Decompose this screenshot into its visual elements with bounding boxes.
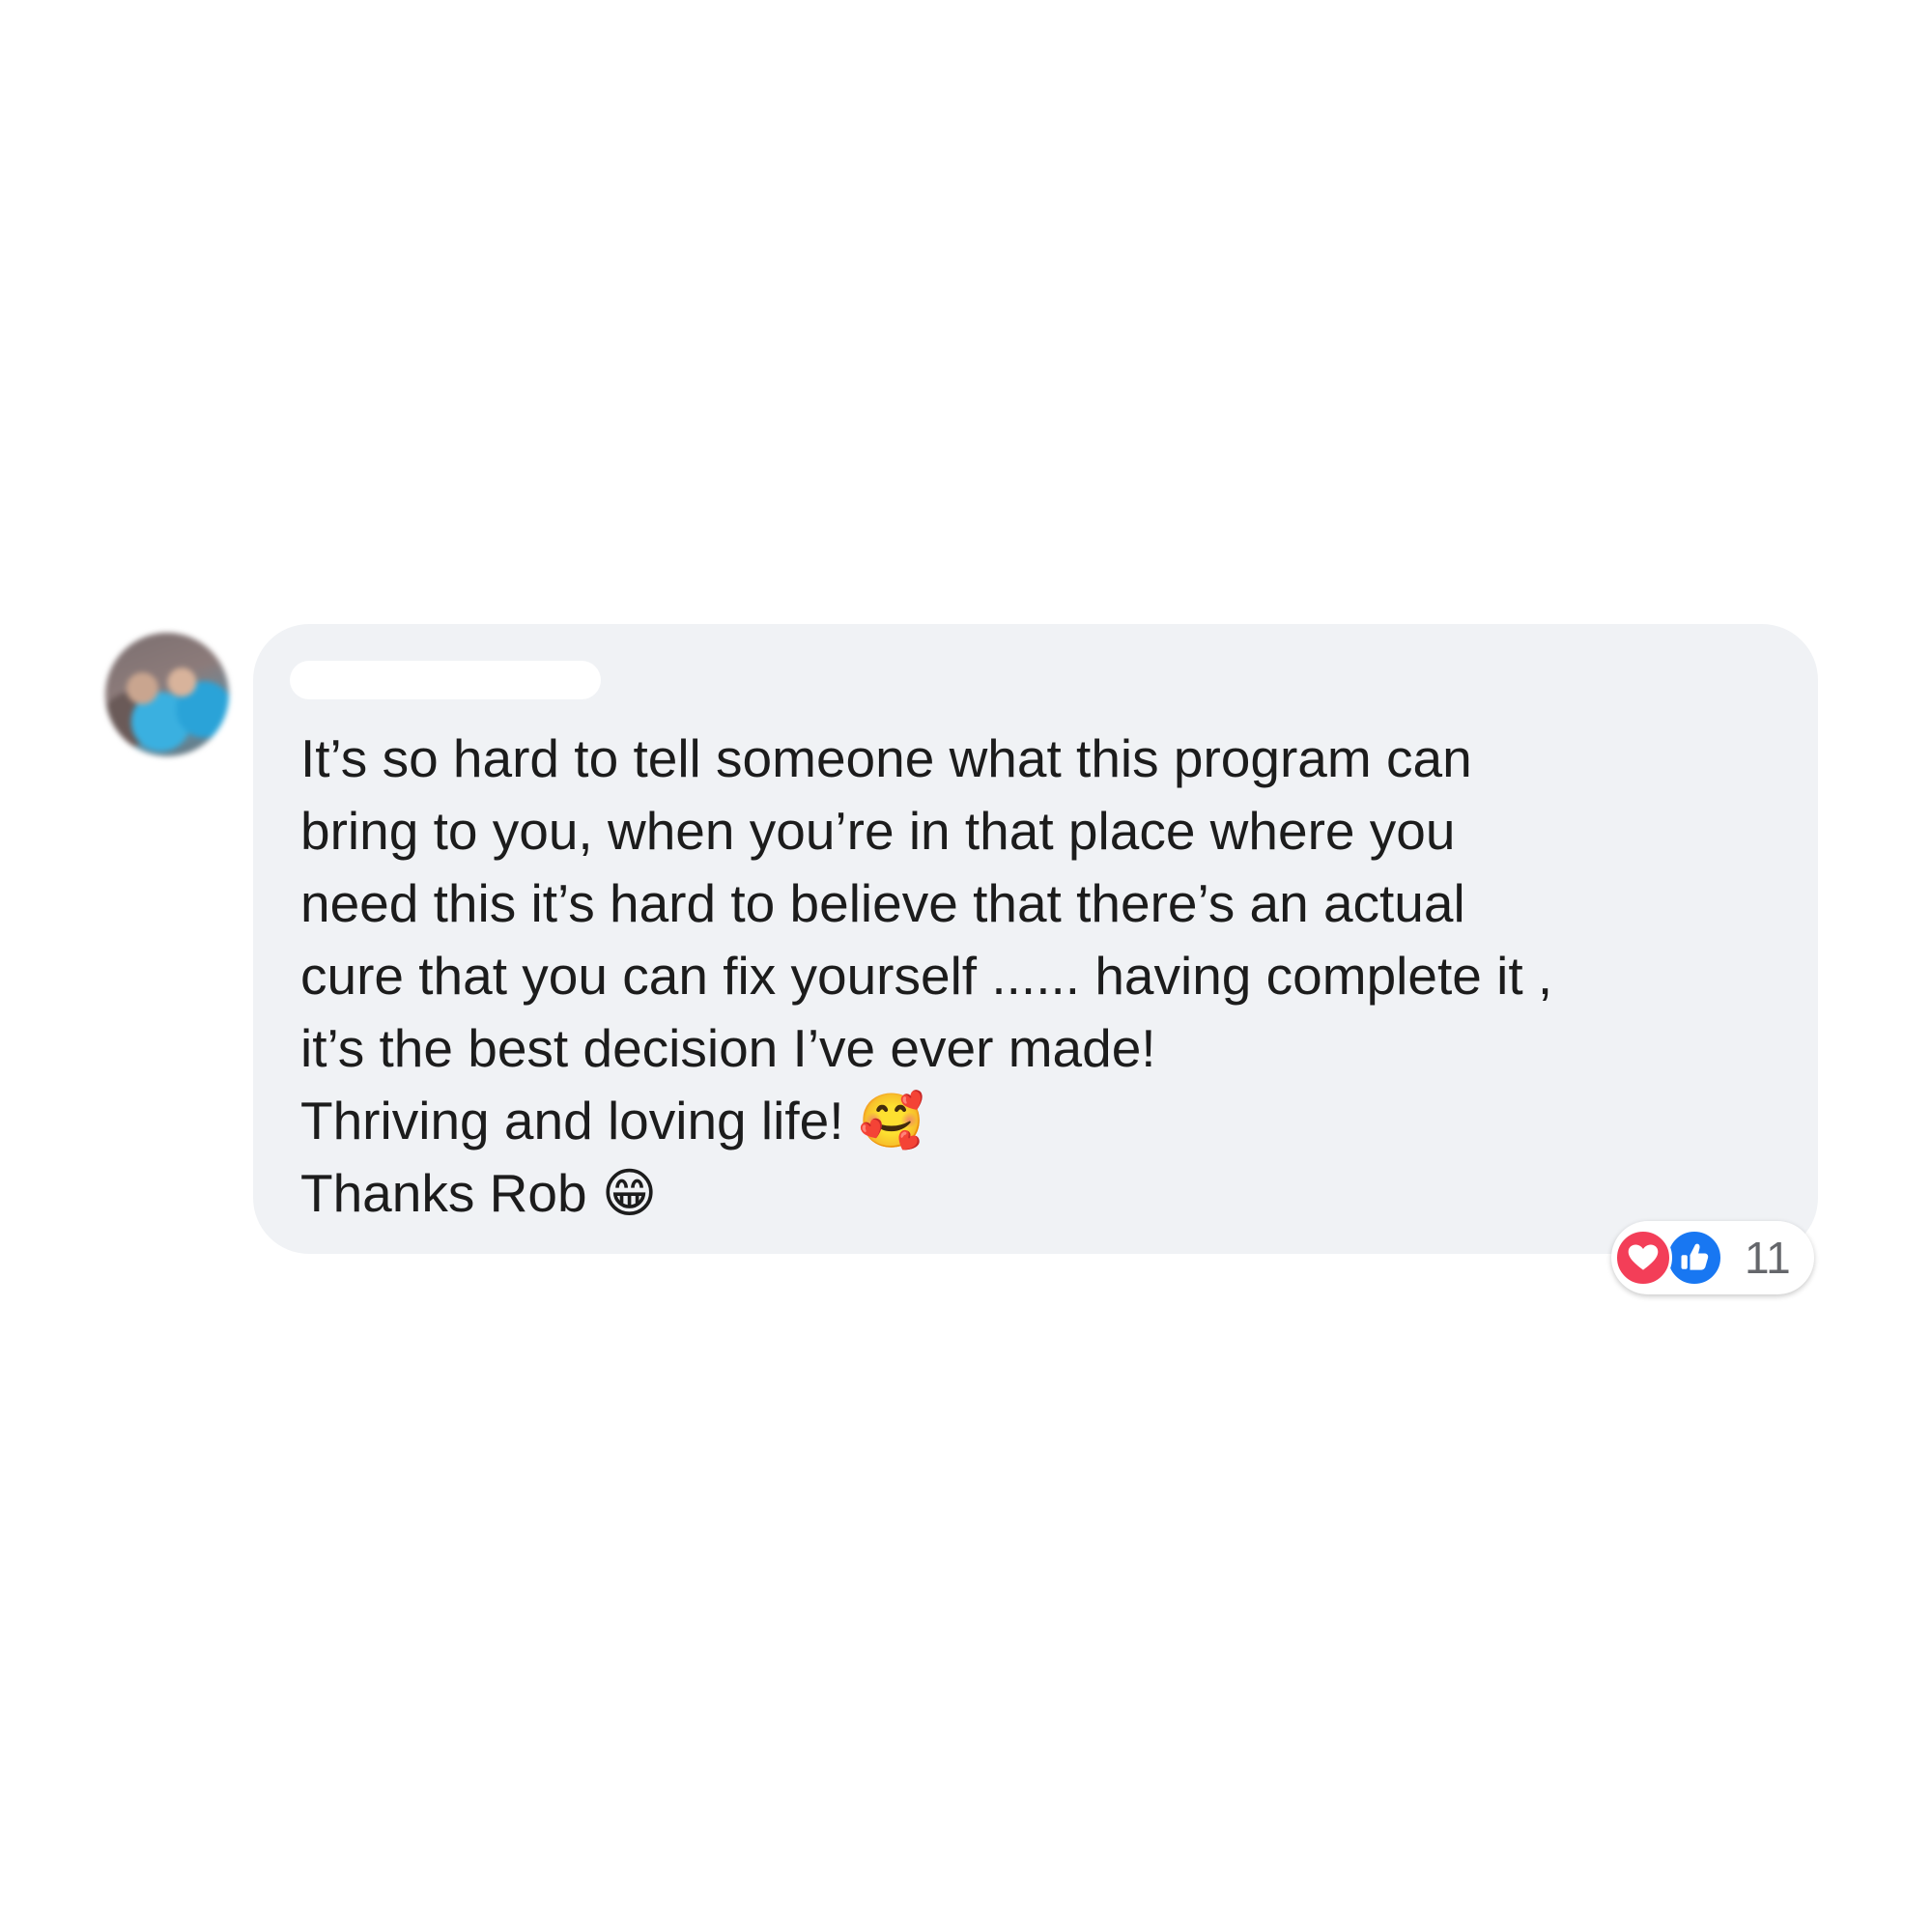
comment-line: need this it’s hard to believe that ther…: [300, 873, 1465, 933]
author-name-redaction: [290, 661, 601, 699]
like-reaction-icon: [1665, 1229, 1723, 1287]
love-reaction-icon: [1614, 1229, 1672, 1287]
comment-bubble: It’s so hard to tell someone what this p…: [253, 624, 1818, 1254]
comment-line: It’s so hard to tell someone what this p…: [300, 728, 1472, 788]
comment-text: It’s so hard to tell someone what this p…: [300, 723, 1807, 1230]
comment-line-thriving: Thriving and loving life!: [300, 1091, 844, 1151]
comment-line: bring to you, when you’re in that place …: [300, 801, 1456, 861]
comment-screenshot: It’s so hard to tell someone what this p…: [0, 0, 1932, 1932]
avatar[interactable]: [105, 633, 229, 756]
comment-line-thanks: Thanks Rob: [300, 1163, 587, 1223]
reactions-summary[interactable]: 11: [1611, 1221, 1814, 1294]
comment-line: it’s the best decision I’ve ever made!: [300, 1018, 1156, 1078]
grinning-face-icon: 😁: [601, 1162, 658, 1224]
reaction-count: 11: [1745, 1233, 1791, 1283]
comment-line: cure that you can fix yourself ...... ha…: [300, 946, 1553, 1006]
smiling-face-with-hearts-icon: 🥰: [858, 1090, 925, 1151]
